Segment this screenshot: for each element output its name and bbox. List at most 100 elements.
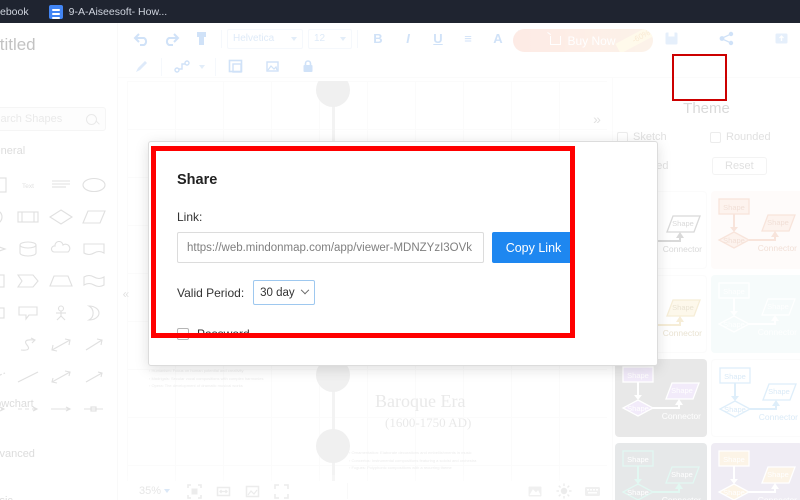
svg-text:Connector: Connector (758, 495, 797, 500)
frame-icon[interactable] (221, 54, 251, 80)
chevron-down-icon[interactable] (164, 489, 171, 493)
copy-link-button[interactable]: Copy Link (492, 232, 575, 263)
shape-speech-bubble[interactable] (11, 297, 44, 329)
svg-text:Connector: Connector (663, 328, 702, 338)
shape-square[interactable] (0, 265, 11, 297)
shape-cloud[interactable] (44, 233, 77, 265)
svg-text:Shape: Shape (724, 405, 746, 414)
shape-rect-2[interactable] (0, 297, 11, 329)
shape-cylinder[interactable] (11, 233, 44, 265)
theme-thumbnail[interactable]: Shape Shape Shape Connector (711, 443, 800, 500)
format-painter-icon[interactable] (186, 26, 216, 52)
chevron-down-icon[interactable] (199, 64, 205, 69)
valid-period-row: Valid Period: 30 day (177, 280, 641, 305)
theme-thumbnail[interactable]: Shape Shape Shape Connector (711, 275, 800, 353)
shape-double-head-arrow[interactable] (44, 361, 77, 393)
shape-conn-solid[interactable] (44, 393, 77, 425)
shape-arrow-ne[interactable] (77, 329, 110, 361)
zoom-level-label[interactable]: 35% (127, 485, 164, 497)
share-icon[interactable] (712, 26, 742, 52)
shape-arc[interactable] (0, 329, 11, 361)
password-checkbox[interactable] (177, 327, 189, 340)
shape-rectangle[interactable] (0, 169, 11, 201)
shape-category-advanced[interactable]: Advanced (0, 448, 35, 460)
shape-category-flowchart[interactable]: Flowchart (0, 398, 34, 410)
shape-trapezoid[interactable] (44, 265, 77, 297)
browser-tab-1[interactable]: 9-A-Aiseesoft- How... (39, 0, 178, 23)
shape-circle[interactable] (0, 201, 11, 233)
shape-ribbon[interactable] (77, 265, 110, 297)
shape-line[interactable] (11, 361, 44, 393)
shape-ellipse[interactable] (77, 169, 110, 201)
font-size-select[interactable]: 12 (308, 28, 352, 49)
lock-icon[interactable] (293, 54, 323, 80)
shape-wave-rect[interactable] (77, 233, 110, 265)
reset-button[interactable]: Reset (712, 157, 767, 175)
shape-rounded-rect[interactable] (11, 201, 44, 233)
theme-thumbnail[interactable]: Shape Shape Shape Connector (711, 191, 800, 269)
svg-text:Connector: Connector (758, 243, 797, 253)
bold-button[interactable]: B (363, 26, 393, 52)
shape-diamond[interactable] (44, 201, 77, 233)
share-link-input[interactable] (177, 232, 484, 263)
underline-button[interactable]: U (423, 26, 453, 52)
password-label: Password (197, 326, 250, 341)
svg-text:Shape: Shape (723, 203, 745, 212)
svg-text:Shape: Shape (627, 404, 649, 413)
left-sidebar: Untitled Search Shapes General Text (0, 23, 118, 500)
image-icon[interactable] (520, 479, 549, 500)
password-row: Password (177, 319, 641, 348)
font-family-select[interactable]: Helvetica (227, 28, 303, 49)
shape-conn-node[interactable] (77, 393, 110, 425)
export-icon[interactable] (766, 26, 796, 52)
image-icon[interactable] (257, 54, 287, 80)
connector-icon[interactable] (167, 54, 197, 80)
align-button[interactable]: ≡ (453, 26, 483, 52)
italic-button[interactable]: I (393, 26, 423, 52)
shape-moon[interactable] (77, 297, 110, 329)
password-input[interactable] (271, 319, 329, 348)
shape-note[interactable] (44, 169, 77, 201)
search-icon (86, 113, 97, 125)
era-years: (1600-1750 AD) (385, 415, 472, 430)
pen-icon[interactable] (126, 54, 156, 80)
text-color-button[interactable]: A (483, 26, 513, 52)
theme-thumbnail[interactable]: Shape Shape Shape Connector (711, 359, 800, 437)
fit-page-icon[interactable] (238, 479, 267, 500)
timeline-node[interactable] (316, 81, 350, 107)
shape-dotted-line[interactable] (0, 361, 11, 393)
timeline-node[interactable] (316, 429, 350, 463)
shape-triangle-right[interactable] (0, 233, 11, 265)
chevron-down-icon (291, 36, 297, 41)
share-dialog: Share Link: Copy Link Valid Period: 30 d… (148, 141, 658, 366)
fit-screen-icon[interactable] (180, 479, 209, 500)
shape-chevron[interactable] (11, 265, 44, 297)
shape-curved-arrow[interactable] (11, 329, 44, 361)
shape-arrow-thin[interactable] (77, 361, 110, 393)
undo-icon[interactable] (126, 26, 156, 52)
shape-text[interactable]: Text (11, 169, 44, 201)
svg-text:Shape: Shape (768, 387, 790, 396)
fullscreen-icon[interactable] (267, 479, 296, 500)
browser-tab-0[interactable]: ebook (0, 0, 39, 23)
shape-double-arrow[interactable] (44, 329, 77, 361)
document-title[interactable]: Untitled (0, 35, 108, 55)
keyboard-icon[interactable] (578, 479, 607, 500)
redo-icon[interactable] (156, 26, 186, 52)
brightness-icon[interactable] (549, 479, 578, 500)
theme-thumbnail[interactable]: Shape Shape Shape Connector (615, 443, 707, 500)
svg-text:Shape: Shape (671, 386, 693, 395)
shape-category-general[interactable]: General (0, 145, 25, 157)
svg-text:Shape: Shape (723, 287, 745, 296)
rounded-checkbox[interactable]: Rounded (710, 131, 796, 143)
valid-period-select[interactable]: 30 day (253, 280, 316, 305)
save-icon[interactable] (656, 26, 686, 52)
shape-category-basic[interactable]: Basic (0, 495, 13, 500)
fit-width-icon[interactable] (209, 479, 238, 500)
shape-person[interactable] (44, 297, 77, 329)
search-shapes-input[interactable]: Search Shapes (0, 107, 106, 131)
theme-thumbnail[interactable]: Shape Shape Shape Connector (615, 359, 707, 437)
buy-now-button[interactable]: Buy Now -60% (513, 29, 653, 52)
expand-panel-button[interactable]: » (586, 107, 608, 131)
shape-parallelogram[interactable] (77, 201, 110, 233)
